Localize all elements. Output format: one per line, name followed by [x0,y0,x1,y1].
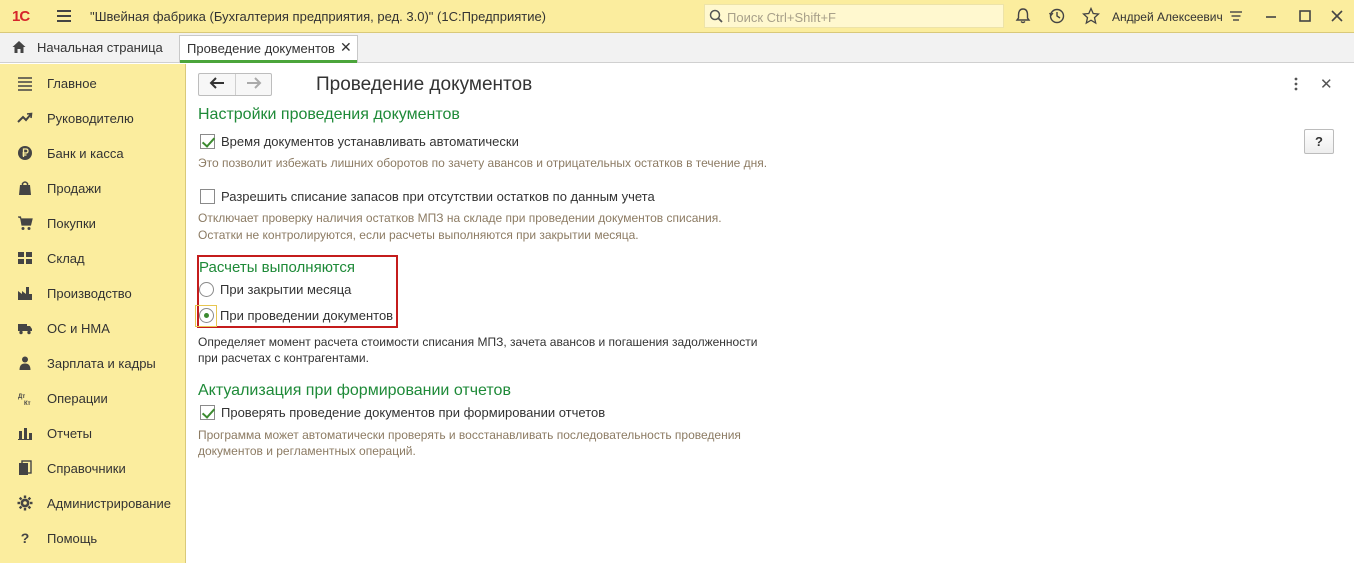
search-placeholder: Поиск Ctrl+Shift+F [727,10,836,25]
search-icon [709,9,723,23]
sidebar-item-sales[interactable]: Продажи [0,170,185,205]
tab-label: Проведение документов [187,41,335,56]
allow-writeoff-checkbox[interactable] [200,189,215,204]
sidebar-item-label: Операции [47,391,108,406]
arrow-left-icon [209,77,224,89]
menu-icon [18,77,32,91]
check-posting-checkbox[interactable] [200,405,215,420]
back-button[interactable] [199,76,235,94]
forward-button[interactable] [236,76,272,94]
main-menu-icon[interactable] [57,10,71,22]
arrow-right-icon [247,77,262,89]
radio-on-posting[interactable] [199,308,214,323]
bell-icon[interactable] [1014,7,1032,25]
radio-month-close-label[interactable]: При закрытии месяца [220,282,351,297]
allow-writeoff-hint-2: Остатки не контролируются, если расчеты … [198,228,639,242]
sidebar-item-manager[interactable]: Руководителю [0,100,185,135]
search-input[interactable]: Поиск Ctrl+Shift+F [704,4,1004,28]
sidebar-item-label: Банк и касса [47,146,124,161]
sidebar-item-assets[interactable]: ОС и НМА [0,310,185,345]
ruble-icon [18,146,32,160]
help-button[interactable]: ? [1304,129,1334,154]
sidebar-item-main[interactable]: Главное [0,65,185,100]
sidebar-item-label: Производство [47,286,132,301]
person-icon [19,356,31,370]
sidebar-item-production[interactable]: Производство [0,275,185,310]
sidebar-item-label: Продажи [47,181,102,196]
close-icon[interactable] [1328,7,1346,25]
tab-active-indicator [180,60,357,63]
truck-icon [18,324,32,335]
calculations-note-2: при расчетах с контрагентами. [198,351,369,365]
maximize-icon[interactable] [1296,7,1314,25]
section-heading-reports: Актуализация при формировании отчетов [198,382,511,399]
sidebar-item-help[interactable]: ? Помощь [0,520,185,555]
window-title: "Швейная фабрика (Бухгалтерия предприяти… [90,9,547,24]
sidebar-item-label: Покупки [47,216,96,231]
check-posting-hint-1: Программа может автоматически проверять … [198,428,741,442]
app-logo: 1С [12,8,30,25]
sidebar-item-label: Администрирование [47,496,171,511]
title-bar: 1С "Швейная фабрика (Бухгалтерия предпри… [0,0,1354,33]
main-content: Проведение документов ✕ ? Настройки пров… [187,64,1354,563]
auto-time-checkbox[interactable] [200,134,215,149]
auto-time-hint: Это позволит избежать лишних оборотов по… [198,156,768,170]
close-form-icon[interactable]: ✕ [1320,75,1333,93]
page-title: Проведение документов [316,74,533,95]
svg-text:Дт: Дт [18,394,25,400]
sidebar-item-label: ОС и НМА [47,321,110,336]
tabs-bar: Начальная страница Проведение документов… [0,33,1354,63]
history-navigation [198,73,272,96]
factory-icon [18,287,32,300]
history-icon[interactable] [1048,7,1066,25]
svg-text:Кт: Кт [24,401,31,406]
user-name[interactable]: Андрей Алексеевич [1112,10,1223,24]
settings-menu-icon[interactable] [1227,7,1245,25]
sidebar-item-admin[interactable]: Администрирование [0,485,185,520]
section-heading-settings: Настройки проведения документов [198,106,460,123]
sidebar-item-label: Помощь [47,531,98,546]
sidebar-item-operations[interactable]: Дт Кт Операции [0,380,185,415]
tab-close-icon[interactable]: ✕ [340,39,352,56]
warehouse-icon [18,252,32,264]
star-icon[interactable] [1082,7,1100,25]
sidebar-item-label: Справочники [47,461,126,476]
section-heading-calculations: Расчеты выполняются [199,259,355,276]
books-icon [19,460,32,475]
sidebar-item-bank[interactable]: Банк и касса [0,135,185,170]
calculations-note-1: Определяет момент расчета стоимости спис… [198,335,758,349]
chart-icon [18,428,32,440]
tab-home-label: Начальная страница [37,40,163,55]
tab-home[interactable]: Начальная страница [0,33,174,62]
allow-writeoff-hint-1: Отключает проверку наличия остатков МПЗ … [198,211,722,225]
sidebar-item-label: Руководителю [47,111,134,126]
question-icon: ? [20,530,30,546]
trend-icon [17,112,33,123]
minimize-icon[interactable] [1262,7,1280,25]
cart-icon [18,216,33,230]
sidebar: Главное Руководителю Банк и касса Продаж… [0,64,186,563]
gear-icon [17,495,33,511]
sidebar-item-label: Главное [47,76,97,91]
sidebar-item-warehouse[interactable]: Склад [0,240,185,275]
check-posting-label[interactable]: Проверять проведение документов при форм… [221,405,605,420]
home-icon [12,41,26,53]
dt-kt-icon: ДтКт [18,394,31,406]
check-posting-hint-2: документов и регламентных операций. [198,444,416,458]
sidebar-item-salary[interactable]: Зарплата и кадры [0,345,185,380]
auto-time-label[interactable]: Время документов устанавливать автоматич… [221,134,519,149]
bag-icon [19,181,31,195]
sidebar-item-label: Склад [47,251,85,266]
radio-month-close[interactable] [199,282,214,297]
sidebar-item-reports[interactable]: Отчеты [0,415,185,450]
sidebar-item-purchases[interactable]: Покупки [0,205,185,240]
radio-on-posting-label[interactable]: При проведении документов [220,308,393,323]
sidebar-item-label: Зарплата и кадры [47,356,156,371]
more-actions-icon[interactable] [1291,77,1301,91]
tab-posting-documents[interactable]: Проведение документов ✕ [179,35,358,63]
sidebar-item-label: Отчеты [47,426,92,441]
sidebar-item-directories[interactable]: Справочники [0,450,185,485]
allow-writeoff-label[interactable]: Разрешить списание запасов при отсутстви… [221,189,655,204]
